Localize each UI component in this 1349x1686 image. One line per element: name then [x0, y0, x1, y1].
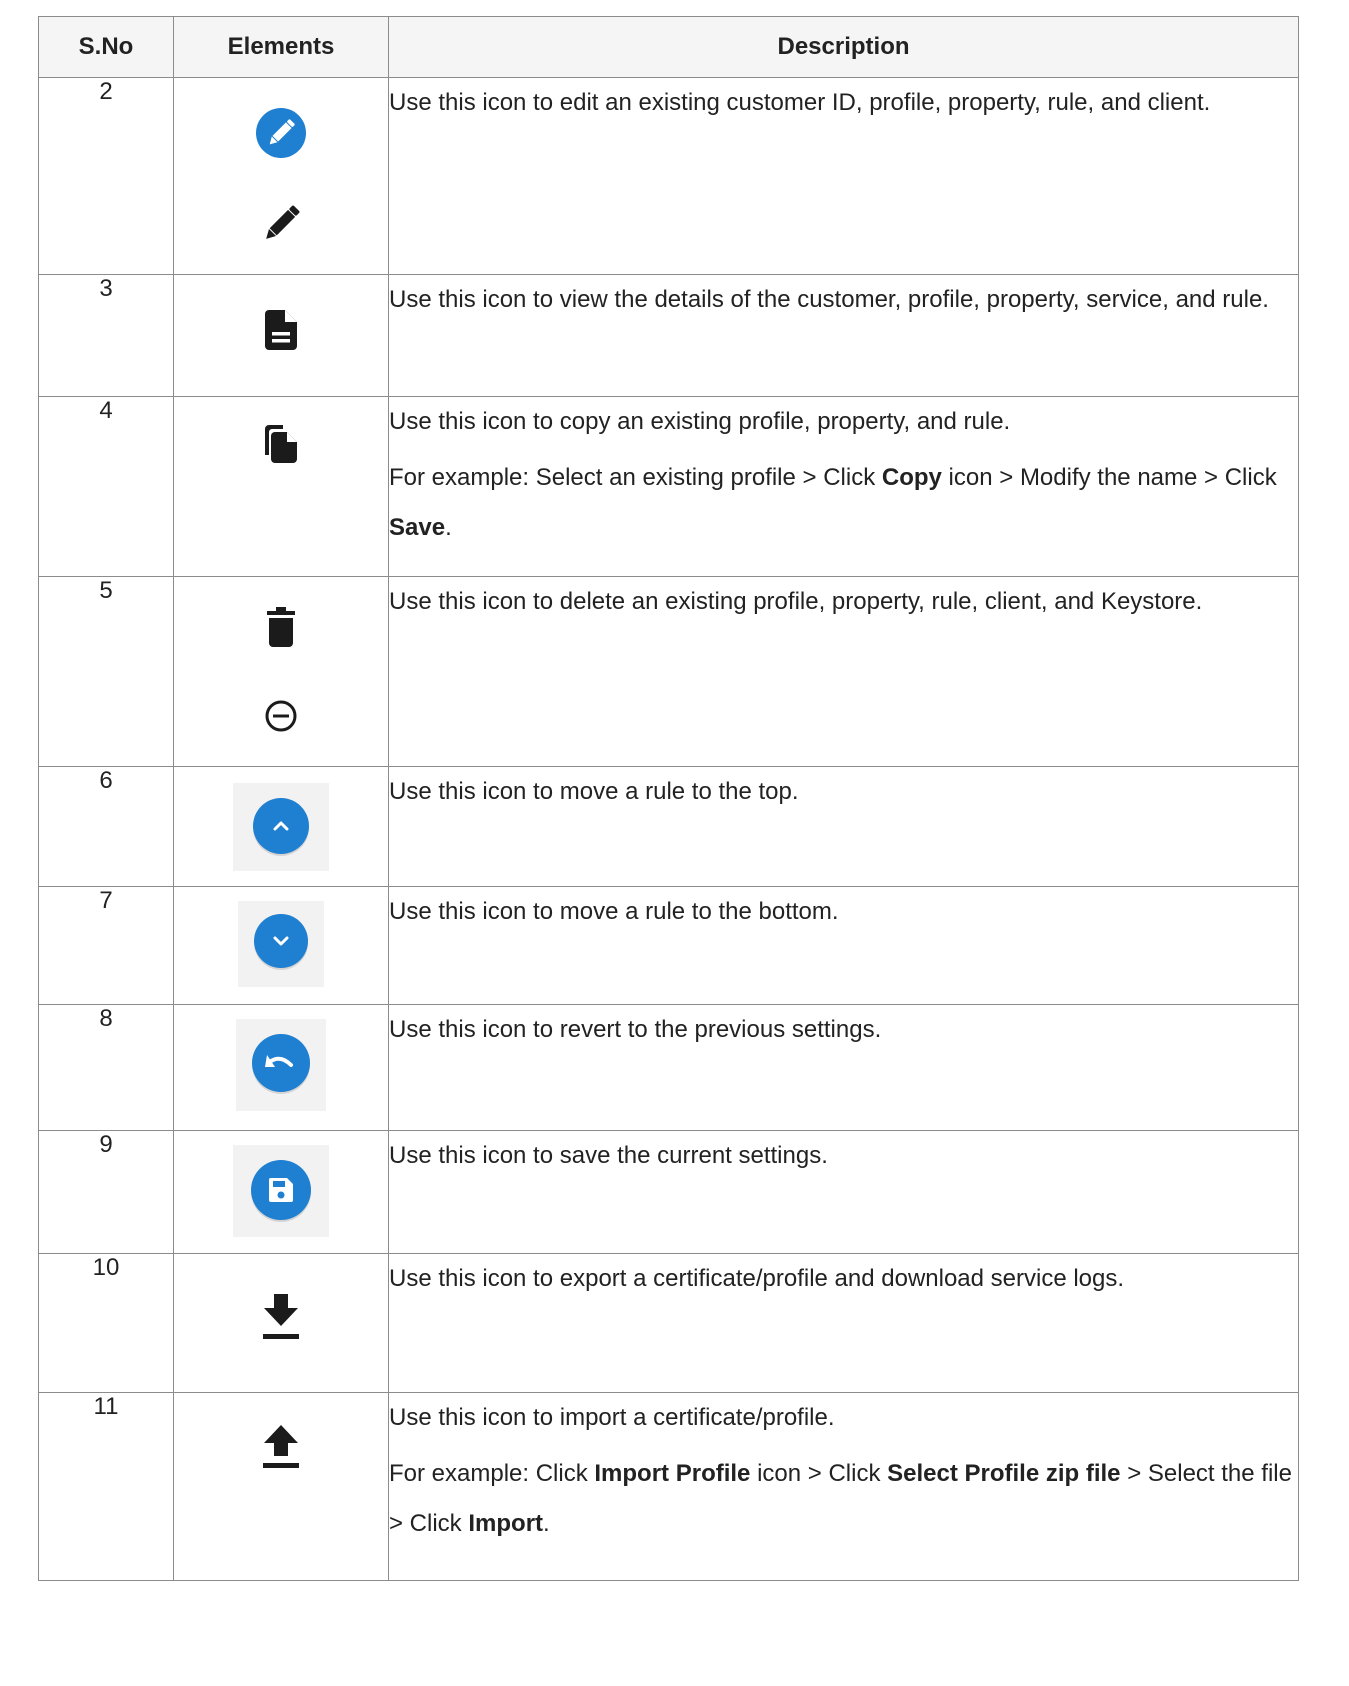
bold-term: Select Profile zip file	[887, 1460, 1121, 1487]
copy-icon	[265, 425, 297, 463]
table-header-row: S.No Elements Description	[38, 16, 1299, 78]
sno-cell: 9	[38, 1130, 174, 1254]
table-row: 10 Use this icon to export a certificate…	[38, 1253, 1299, 1393]
header-sno: S.No	[38, 16, 174, 78]
elements-cell	[173, 886, 389, 1005]
description-paragraph: Use this icon to delete an existing prof…	[389, 577, 1298, 627]
description-paragraph: Use this icon to move a rule to the top.	[389, 767, 1298, 817]
description-paragraph: Use this icon to export a certificate/pr…	[389, 1254, 1298, 1304]
table-row: 8 Use this icon to revert to the previou…	[38, 1004, 1299, 1131]
sno-cell: 8	[38, 1004, 174, 1131]
text-run: For example: Select an existing profile …	[389, 464, 882, 491]
elements-table: S.No Elements Description 2 Use this ico…	[38, 16, 1299, 1581]
description-paragraph: For example: Click Import Profile icon >…	[389, 1449, 1298, 1549]
trash-icon	[267, 607, 295, 647]
edit-circle-icon	[256, 108, 306, 158]
bold-term: Save	[389, 514, 446, 541]
text-run: icon > Modify the name > Click	[941, 464, 1277, 491]
text-run: Use this icon to revert to the previous …	[389, 1016, 882, 1043]
pencil-icon	[266, 205, 300, 239]
elements-cell	[173, 1253, 389, 1393]
sno-cell: 10	[38, 1253, 174, 1393]
text-run: icon > Click	[750, 1460, 888, 1487]
text-run: For example: Click	[389, 1460, 595, 1487]
upload-icon	[263, 1425, 299, 1468]
bold-term: Copy	[881, 464, 942, 491]
description-cell: Use this icon to import a certificate/pr…	[388, 1392, 1299, 1581]
text-run: Use this icon to export a certificate/pr…	[389, 1265, 1125, 1292]
sno-cell: 7	[38, 886, 174, 1005]
text-run: Use this icon to move a rule to the top.	[389, 778, 799, 805]
text-run: Use this icon to edit an existing custom…	[389, 89, 1211, 116]
description-cell: Use this icon to revert to the previous …	[388, 1004, 1299, 1131]
description-cell: Use this icon to move a rule to the bott…	[388, 886, 1299, 1005]
sno-cell: 11	[38, 1392, 174, 1581]
text-run: Use this icon to move a rule to the bott…	[389, 898, 839, 925]
undo-circle-icon	[252, 1034, 310, 1094]
description-cell: Use this icon to delete an existing prof…	[388, 576, 1299, 767]
elements-cell	[173, 1392, 389, 1581]
elements-cell	[173, 1130, 389, 1254]
description-paragraph: Use this icon to edit an existing custom…	[389, 78, 1298, 128]
header-elements: Elements	[173, 16, 389, 78]
description-cell: Use this icon to copy an existing profil…	[388, 396, 1299, 577]
sno-cell: 2	[38, 77, 174, 275]
description-cell: Use this icon to save the current settin…	[388, 1130, 1299, 1254]
description-cell: Use this icon to move a rule to the top.	[388, 766, 1299, 887]
chevron-down-circle-icon	[254, 914, 308, 970]
description-paragraph: Use this icon to import a certificate/pr…	[389, 1393, 1298, 1443]
sno-cell: 3	[38, 274, 174, 397]
sno-cell: 5	[38, 576, 174, 767]
description-paragraph: Use this icon to view the details of the…	[389, 275, 1298, 325]
text-run: Use this icon to save the current settin…	[389, 1142, 828, 1169]
table-row: 5 Use this icon to delete an existing pr…	[38, 576, 1299, 767]
text-run: Use this icon to import a certificate/pr…	[389, 1404, 835, 1431]
elements-cell	[173, 274, 389, 397]
description-cell: Use this icon to edit an existing custom…	[388, 77, 1299, 275]
bold-term: Import Profile	[594, 1460, 751, 1487]
elements-cell	[173, 576, 389, 767]
chevron-up-circle-icon	[253, 798, 309, 856]
text-run: .	[543, 1510, 550, 1537]
sno-cell: 4	[38, 396, 174, 577]
description-paragraph: Use this icon to move a rule to the bott…	[389, 887, 1298, 937]
elements-cell	[173, 396, 389, 577]
description-cell: Use this icon to view the details of the…	[388, 274, 1299, 397]
elements-cell	[173, 1004, 389, 1131]
description-paragraph: Use this icon to copy an existing profil…	[389, 397, 1298, 447]
table-row: 7 Use this icon to move a rule to the bo…	[38, 886, 1299, 1005]
elements-cell	[173, 77, 389, 275]
description-paragraph: Use this icon to revert to the previous …	[389, 1005, 1298, 1055]
table-row: 6 Use this icon to move a rule to the to…	[38, 766, 1299, 887]
elements-cell	[173, 766, 389, 887]
sno-cell: 6	[38, 766, 174, 887]
description-cell: Use this icon to export a certificate/pr…	[388, 1253, 1299, 1393]
table-row: 2 Use this icon to edit an existing cust…	[38, 77, 1299, 275]
bold-term: Import	[468, 1510, 544, 1537]
text-run: Use this icon to view the details of the…	[389, 286, 1269, 313]
table-row: 9 Use this icon to save the current sett…	[38, 1130, 1299, 1254]
table-row: 3 Use this icon to view the details of t…	[38, 274, 1299, 397]
text-run: Use this icon to copy an existing profil…	[389, 408, 1011, 435]
document-icon	[265, 310, 297, 350]
minus-circle-icon	[265, 700, 297, 732]
text-run: Use this icon to delete an existing prof…	[389, 588, 1203, 615]
download-icon	[263, 1294, 299, 1339]
table-row: 4 Use this icon to copy an existing prof…	[38, 396, 1299, 577]
description-paragraph: Use this icon to save the current settin…	[389, 1131, 1298, 1181]
table-row: 11 Use this icon to import a certificate…	[38, 1392, 1299, 1581]
description-paragraph: For example: Select an existing profile …	[389, 453, 1298, 553]
text-run: .	[445, 514, 452, 541]
header-description: Description	[388, 16, 1299, 78]
save-circle-icon	[251, 1160, 311, 1222]
